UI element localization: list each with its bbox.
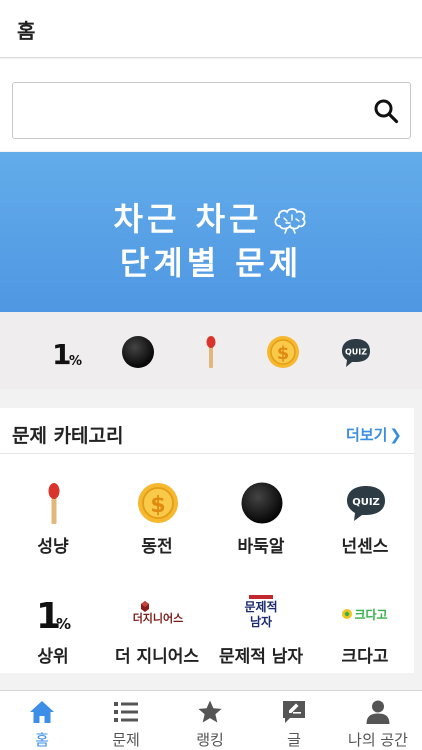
quick-quiz-text: QUIZ bbox=[345, 348, 367, 357]
category-label: 크다고 bbox=[341, 647, 389, 667]
tab-ranking[interactable]: 랭킹 bbox=[168, 697, 252, 749]
baduk-stone-icon[interactable] bbox=[120, 334, 156, 370]
category-label: 더 지니어스 bbox=[114, 647, 200, 667]
svg-text:$: $ bbox=[150, 493, 165, 518]
chevron-right-icon: ❯ bbox=[389, 426, 402, 444]
problematic-men-logo-text: 문제적남자 bbox=[244, 600, 278, 629]
banner-line-1: 차근 차근 bbox=[0, 194, 422, 240]
category-quiz-text: QUIZ bbox=[352, 497, 380, 508]
list-icon bbox=[114, 702, 138, 722]
search-input[interactable] bbox=[21, 91, 361, 131]
baduk-stone-icon bbox=[241, 482, 283, 524]
category-problematic-men[interactable]: 문제적남자 문제적 남자 bbox=[209, 592, 313, 682]
category-label: 넌센스 bbox=[341, 537, 389, 557]
tab-label: 글 bbox=[287, 731, 301, 749]
category-keudago[interactable]: 크다고 크다고 bbox=[313, 592, 417, 682]
quiz-bubble-icon: QUIZ bbox=[347, 486, 385, 521]
tab-label: 랭킹 bbox=[196, 731, 224, 749]
category-coin[interactable]: $ 동전 bbox=[105, 482, 209, 572]
problematic-men-logo-icon: 문제적남자 bbox=[244, 595, 278, 629]
coin-icon: $ bbox=[138, 483, 178, 523]
category-label: 상위 bbox=[37, 647, 69, 667]
bottom-tab-bar: 홈 문제 랭킹 글 나의 공간 bbox=[0, 690, 422, 750]
problem-category-section: 문제 카테고리 더보기 ❯ 성냥 $ 동전 바둑알 QUIZ 넌센스 1 % 상… bbox=[0, 408, 414, 673]
tab-label: 홈 bbox=[35, 731, 49, 749]
app-header: 홈 bbox=[0, 0, 422, 58]
category-baduk[interactable]: 바둑알 bbox=[209, 482, 313, 572]
step-problem-banner[interactable]: 차근 차근 단계별 문제 bbox=[0, 152, 422, 312]
home-icon bbox=[30, 701, 54, 723]
coin-icon[interactable]: $ bbox=[265, 334, 301, 370]
category-the-genius[interactable]: 더지니어스 더 지니어스 bbox=[105, 592, 209, 682]
user-icon bbox=[366, 700, 390, 724]
category-label: 바둑알 bbox=[237, 537, 285, 557]
category-label: 성냥 bbox=[37, 537, 69, 557]
banner-text-1: 차근 차근 bbox=[113, 200, 263, 238]
brain-icon bbox=[274, 208, 306, 234]
quiz-bubble-icon[interactable]: QUIZ bbox=[338, 334, 374, 370]
the-genius-logo-text: 더지니어스 bbox=[133, 611, 184, 625]
quick-category-strip: 1 % $ QUIZ bbox=[0, 312, 422, 389]
match-icon[interactable] bbox=[193, 334, 229, 370]
more-label: 더보기 bbox=[346, 426, 388, 444]
quick-percent-sign: % bbox=[69, 354, 82, 369]
search-icon[interactable] bbox=[373, 98, 399, 124]
category-percent-sign: % bbox=[56, 615, 71, 633]
tab-problems[interactable]: 문제 bbox=[84, 697, 168, 749]
star-icon bbox=[198, 700, 222, 723]
the-genius-logo-icon: 더지니어스 bbox=[133, 601, 184, 625]
category-header: 문제 카테고리 더보기 ❯ bbox=[0, 408, 414, 454]
tab-my-space[interactable]: 나의 공간 bbox=[336, 697, 420, 749]
banner-line-2: 단계별 문제 bbox=[119, 244, 303, 282]
tab-label: 문제 bbox=[112, 731, 140, 749]
tab-posts[interactable]: 글 bbox=[252, 697, 336, 749]
category-label: 동전 bbox=[141, 537, 173, 557]
search-area bbox=[0, 59, 422, 151]
category-match[interactable]: 성냥 bbox=[1, 482, 105, 572]
search-bar[interactable] bbox=[12, 82, 411, 139]
category-label: 문제적 남자 bbox=[218, 647, 304, 667]
match-icon bbox=[48, 483, 60, 524]
category-title: 문제 카테고리 bbox=[12, 425, 124, 447]
tab-home[interactable]: 홈 bbox=[0, 697, 84, 749]
edit-note-icon bbox=[283, 701, 305, 723]
page-title: 홈 bbox=[17, 19, 36, 43]
keudago-logo-text: 크다고 bbox=[354, 607, 387, 622]
tab-label: 나의 공간 bbox=[348, 731, 408, 749]
top-percent-icon: 1 % bbox=[36, 596, 71, 634]
more-link[interactable]: 더보기 ❯ bbox=[346, 424, 402, 445]
top-percent-icon[interactable]: 1 % bbox=[50, 334, 86, 370]
svg-text:$: $ bbox=[277, 343, 290, 364]
category-top-percent[interactable]: 1 % 상위 bbox=[1, 592, 105, 682]
keudago-logo-icon: 크다고 bbox=[342, 607, 388, 622]
category-nonsense[interactable]: QUIZ 넌센스 bbox=[313, 482, 417, 572]
